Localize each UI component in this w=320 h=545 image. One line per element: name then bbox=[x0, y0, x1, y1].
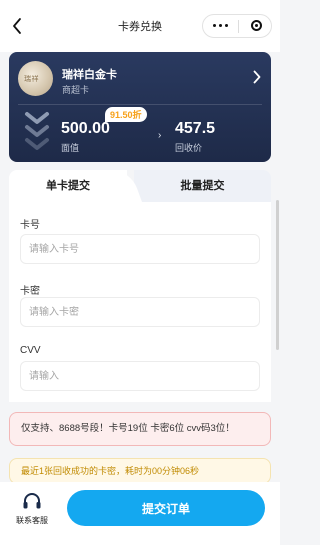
card-thumbnail-text: 瑞祥 bbox=[24, 76, 39, 83]
card-number-input[interactable] bbox=[20, 234, 260, 264]
card-divider bbox=[18, 104, 262, 105]
submit-order-button[interactable]: 提交订单 bbox=[67, 490, 265, 526]
arrow-right-icon: › bbox=[158, 130, 162, 141]
scrollbar[interactable] bbox=[276, 200, 279, 350]
close-circle-icon[interactable] bbox=[251, 20, 262, 31]
gift-card-summary[interactable]: 瑞祥 瑞祥白金卡 商超卡 91.50折 500.00 面值 › 457.5 回收… bbox=[9, 52, 271, 162]
tab-single-submit[interactable]: 单卡提交 bbox=[9, 170, 127, 202]
capsule-divider bbox=[238, 20, 239, 33]
mini-program-capsule bbox=[202, 14, 272, 38]
recycle-price-label: 回收价 bbox=[175, 143, 203, 153]
discount-badge: 91.50折 bbox=[105, 107, 147, 122]
supported-notice: 仅支持、8688号段！卡号19位 卡密6位 cvv码3位！ bbox=[9, 412, 271, 446]
card-password-label: 卡密 bbox=[20, 286, 40, 297]
card-number-label: 卡号 bbox=[20, 220, 40, 231]
customer-service-label: 联系客服 bbox=[16, 516, 48, 525]
card-thumbnail: 瑞祥 bbox=[18, 61, 53, 96]
card-name: 瑞祥白金卡 bbox=[62, 69, 117, 81]
tab-batch-submit[interactable]: 批量提交 bbox=[134, 170, 271, 202]
chevron-right-icon[interactable] bbox=[253, 70, 261, 84]
recycle-price: 457.5 bbox=[175, 120, 216, 137]
card-password-input[interactable] bbox=[20, 297, 260, 327]
card-category: 商超卡 bbox=[62, 85, 90, 95]
bottom-bar: 联系客服 提交订单 bbox=[0, 482, 280, 545]
recent-recycle-info: 最近1张回收成功的卡密，耗时为00分钟06秒 bbox=[9, 458, 271, 484]
more-dots-icon[interactable] bbox=[213, 24, 228, 27]
headset-icon bbox=[23, 493, 41, 509]
submit-mode-tabs: 批量提交 单卡提交 bbox=[9, 170, 271, 202]
down-arrows-icon bbox=[25, 112, 49, 150]
face-value: 500.00 bbox=[61, 120, 110, 137]
single-card-form: 卡号 卡密 CVV bbox=[9, 202, 271, 402]
cvv-label: CVV bbox=[20, 345, 41, 356]
customer-service-button[interactable]: 联系客服 bbox=[10, 492, 54, 532]
cvv-input[interactable] bbox=[20, 361, 260, 391]
face-value-label: 面值 bbox=[61, 143, 80, 153]
navigation-bar: 卡券兑换 bbox=[0, 0, 280, 52]
